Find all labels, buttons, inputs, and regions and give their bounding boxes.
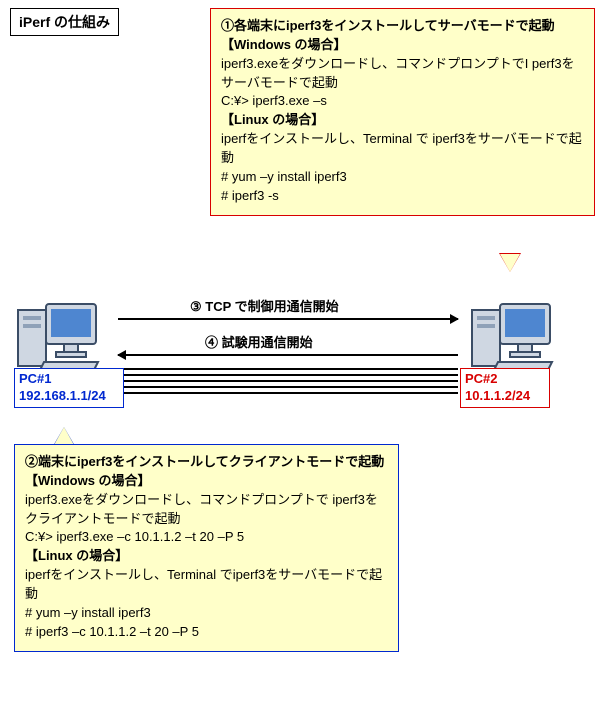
- callout-client-mode: ②端末にiperf3をインストールしてクライアントモードで起動 【Windows…: [14, 444, 399, 652]
- callout-client-lin-desc: iperfをインストールし、Terminal でiperf3をサーバモードで起動: [25, 566, 388, 604]
- callout-server-pointer: [500, 254, 520, 272]
- callout-server-mode: ①各端末にiperf3をインストールしてサーバモードで起動 【Windows の…: [210, 8, 595, 216]
- pc2-icon: [468, 286, 558, 376]
- diagram-title: iPerf の仕組み: [10, 8, 119, 36]
- callout-client-pointer: [54, 427, 74, 445]
- step4-arrow: [118, 354, 458, 356]
- pc2-label: PC#2 10.1.1.2/24: [460, 368, 550, 408]
- callout-client-win-label: 【Windows の場合】: [25, 472, 388, 491]
- callout-server-heading: ①各端末にiperf3をインストールしてサーバモードで起動: [221, 17, 584, 36]
- pc1-name: PC#1: [19, 371, 52, 386]
- session-line: [118, 374, 458, 376]
- step4-label: ④ 試験用通信開始: [205, 332, 313, 351]
- callout-server-win-label: 【Windows の場合】: [221, 36, 584, 55]
- step3-label: ③ TCP で制御用通信開始: [190, 296, 339, 315]
- callout-client-win-desc: iperf3.exeをダウンロードし、コマンドプロンプトで iperf3をクライ…: [25, 491, 388, 529]
- callout-server-lin-cmd1: # yum –y install iperf3: [221, 168, 584, 187]
- pc1-label: PC#1 192.168.1.1/24: [14, 368, 124, 408]
- callout-client-lin-label: 【Linux の場合】: [25, 547, 388, 566]
- session-line: [118, 392, 458, 394]
- pc2-addr: 10.1.1.2/24: [465, 388, 530, 403]
- callout-client-heading: ②端末にiperf3をインストールしてクライアントモードで起動: [25, 453, 388, 472]
- callout-server-lin-desc: iperfをインストールし、Terminal で iperf3をサーバモードで起…: [221, 130, 584, 168]
- callout-server-win-desc: iperf3.exeをダウンロードし、コマンドプロンプトでI perf3をサーバ…: [221, 55, 584, 93]
- step3-arrow: [118, 318, 458, 320]
- pc2-name: PC#2: [465, 371, 498, 386]
- pc1-addr: 192.168.1.1/24: [19, 388, 106, 403]
- session-line: [118, 380, 458, 382]
- session-line: [118, 386, 458, 388]
- callout-server-lin-label: 【Linux の場合】: [221, 111, 584, 130]
- callout-server-win-cmd: C:¥> iperf3.exe –s: [221, 92, 584, 111]
- callout-client-win-cmd: C:¥> iperf3.exe –c 10.1.1.2 –t 20 –P 5: [25, 528, 388, 547]
- pc1-icon: [14, 286, 104, 376]
- callout-client-lin-cmd1: # yum –y install iperf3: [25, 604, 388, 623]
- callout-server-lin-cmd2: # iperf3 -s: [221, 187, 584, 206]
- session-line: [118, 368, 458, 370]
- callout-client-lin-cmd2: # iperf3 –c 10.1.1.2 –t 20 –P 5: [25, 623, 388, 642]
